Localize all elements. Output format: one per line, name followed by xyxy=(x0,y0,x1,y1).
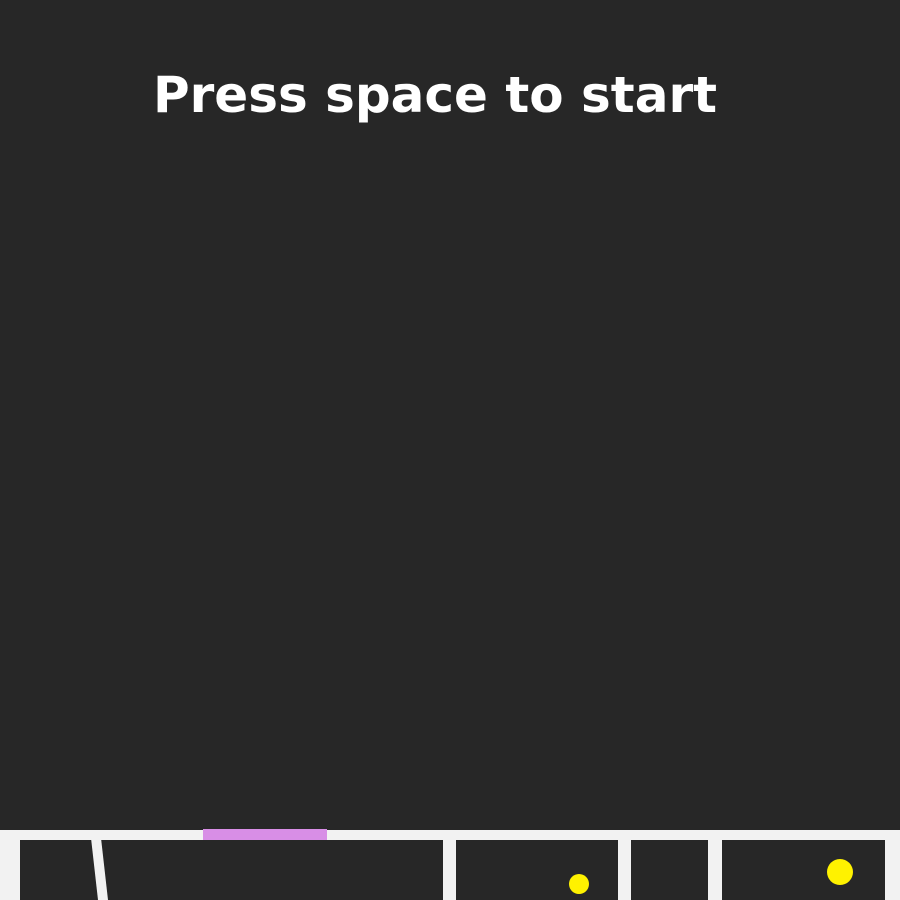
wall xyxy=(443,838,456,900)
coin xyxy=(827,859,853,885)
wall xyxy=(885,830,900,900)
level-floor xyxy=(0,829,900,900)
wall xyxy=(0,830,20,900)
wall xyxy=(91,838,108,900)
game-screen: Press space to start xyxy=(0,0,900,900)
wall xyxy=(708,838,722,900)
player-platform xyxy=(203,829,327,840)
coin xyxy=(569,874,589,894)
wall xyxy=(618,838,631,900)
